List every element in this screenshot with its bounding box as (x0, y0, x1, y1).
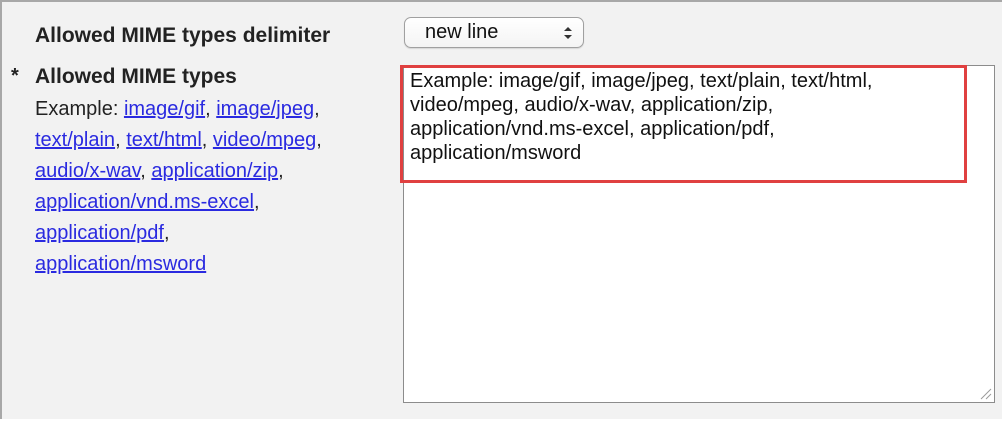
example-link-application-vnd-ms-excel[interactable]: application/vnd.ms-excel (35, 191, 254, 213)
help-line: audio/x-wav, application/zip, (35, 156, 390, 187)
delimiter-label: Allowed MIME types delimiter (35, 24, 331, 47)
delimiter-select-value: new line (425, 21, 499, 43)
separator: , (314, 98, 320, 120)
example-link-text-plain[interactable]: text/plain (35, 129, 115, 151)
mime-types-textarea-value: Example: image/gif, image/jpeg, text/pla… (410, 70, 873, 164)
separator: , (278, 160, 284, 182)
select-updown-arrows-icon (564, 27, 572, 39)
example-link-text-html[interactable]: text/html (126, 129, 202, 151)
separator: , (254, 191, 260, 213)
panel-left-border (0, 0, 2, 425)
mime-types-title: Allowed MIME types (35, 65, 237, 88)
help-line: application/vnd.ms-excel, (35, 187, 390, 218)
example-link-image-jpeg[interactable]: image/jpeg (216, 98, 314, 120)
resize-grip-icon[interactable] (978, 386, 992, 400)
example-link-image-gif[interactable]: image/gif (124, 98, 205, 120)
delimiter-select[interactable]: new line (404, 17, 584, 48)
separator: , (201, 129, 208, 151)
example-link-application-pdf[interactable]: application/pdf (35, 222, 164, 244)
separator: , (163, 222, 170, 244)
help-line: application/msword (35, 249, 390, 280)
panel-bottom-gap (0, 419, 1002, 425)
help-line: application/pdf, (35, 218, 390, 249)
example-link-application-msword[interactable]: application/msword (35, 253, 206, 275)
separator: , (115, 129, 121, 151)
help-line: text/plain, text/html, video/mpeg, (35, 125, 390, 156)
required-marker: * (11, 65, 19, 87)
mime-help-text: Example: image/gif, image/jpeg, text/pla… (35, 94, 390, 280)
settings-panel: Allowed MIME types delimiter new line * … (0, 0, 1002, 425)
separator: , (205, 98, 211, 120)
panel-top-border (0, 0, 1002, 2)
help-prefix: Example: (35, 98, 124, 120)
help-line: Example: image/gif, image/jpeg, (35, 94, 390, 125)
separator: , (140, 160, 146, 182)
example-link-audio-x-wav[interactable]: audio/x-wav (35, 160, 140, 182)
example-link-video-mpeg[interactable]: video/mpeg (213, 129, 316, 151)
example-link-application-zip[interactable]: application/zip (151, 160, 278, 182)
mime-types-textarea[interactable]: Example: image/gif, image/jpeg, text/pla… (403, 65, 995, 403)
separator: , (316, 129, 322, 151)
